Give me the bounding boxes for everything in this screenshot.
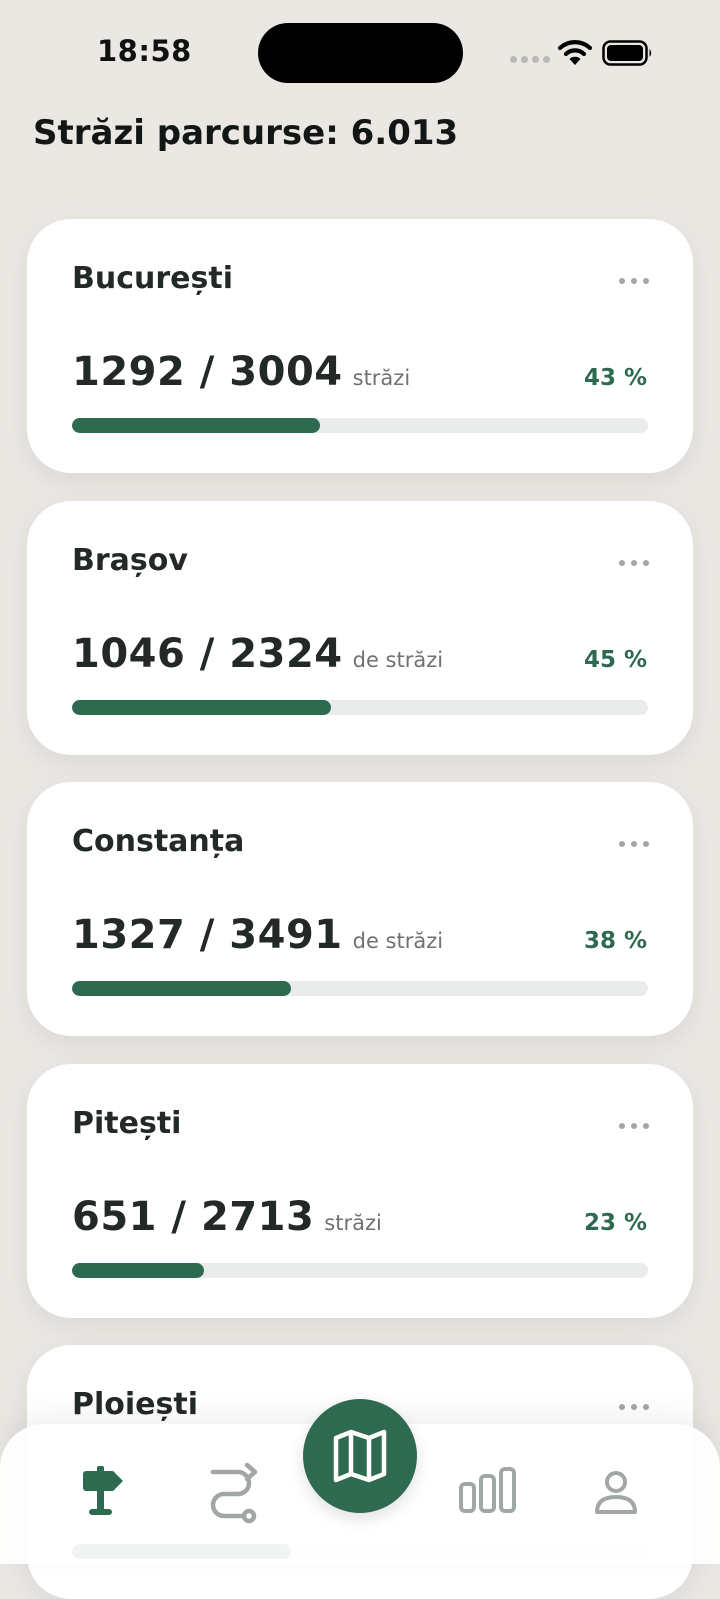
city-card[interactable]: Constanța 1327 / 3491 de străzi 38 % [27,782,693,1036]
nav-item-statistics[interactable] [452,1460,524,1532]
city-name: Brașov [72,543,188,578]
progress-percent: 38 % [583,928,647,954]
city-card[interactable]: Brașov 1046 / 2324 de străzi 45 % [27,501,693,755]
progress-percent: 23 % [583,1210,647,1236]
wifi-icon [558,40,592,65]
map-icon [333,1429,387,1483]
progress-bar [72,418,648,433]
progress-bar [72,981,648,996]
streets-done: 1327 [72,912,186,958]
page-title: Străzi parcurse: 6.013 [33,113,459,153]
status-bar: 18:58 [0,0,720,104]
city-card[interactable]: București 1292 / 3004 străzi 43 % [27,219,693,473]
more-horizontal-icon[interactable] [617,263,651,297]
progress-fill [72,418,320,433]
streets-unit: de străzi [352,648,444,672]
streets-unit: străzi [352,366,411,390]
streets-done: 1292 [72,349,186,395]
streets-total: 3004 [229,349,343,395]
battery-icon [602,40,652,66]
progress-fill [72,700,332,715]
signpost-icon [83,1466,123,1515]
more-horizontal-icon[interactable] [617,1108,651,1142]
streets-total: 2324 [229,631,343,677]
more-horizontal-icon[interactable] [617,826,651,860]
streets-done: 651 [72,1194,157,1240]
map-button[interactable] [303,1399,417,1513]
streets-unit: de străzi [352,929,444,953]
route-icon [210,1462,258,1524]
progress-fill [72,981,291,996]
nav-item-routes[interactable] [195,1460,267,1532]
bar-chart-icon [459,1467,516,1513]
progress-fill [72,1263,205,1278]
streets-count: 651 / 2713 străzi [72,1194,382,1240]
nav-item-streets[interactable] [66,1460,138,1532]
nav-item-profile[interactable] [580,1460,652,1532]
status-time: 18:58 [97,34,192,68]
progress-bar [72,1263,648,1278]
streets-total: 3491 [229,912,343,958]
more-horizontal-icon[interactable] [617,545,651,579]
streets-done: 1046 [72,631,186,677]
streets-total: 2713 [200,1194,315,1240]
city-card[interactable]: Pitești 651 / 2713 străzi 23 % [27,1064,693,1318]
city-name: Pitești [72,1106,182,1141]
progress-bar [72,700,648,715]
streets-count: 1292 / 3004 străzi [72,349,411,395]
streets-count: 1046 / 2324 de străzi [72,631,444,677]
city-name: Ploiești [72,1387,198,1422]
progress-percent: 45 % [583,647,647,673]
dynamic-island [258,23,463,83]
progress-percent: 43 % [583,365,647,391]
cellular-signal-icon [510,56,552,64]
profile-icon [595,1471,637,1514]
city-name: Constanța [72,824,245,859]
more-horizontal-icon[interactable] [617,1389,651,1423]
city-name: București [72,261,233,296]
streets-count: 1327 / 3491 de străzi [72,912,444,958]
streets-unit: străzi [324,1211,382,1235]
